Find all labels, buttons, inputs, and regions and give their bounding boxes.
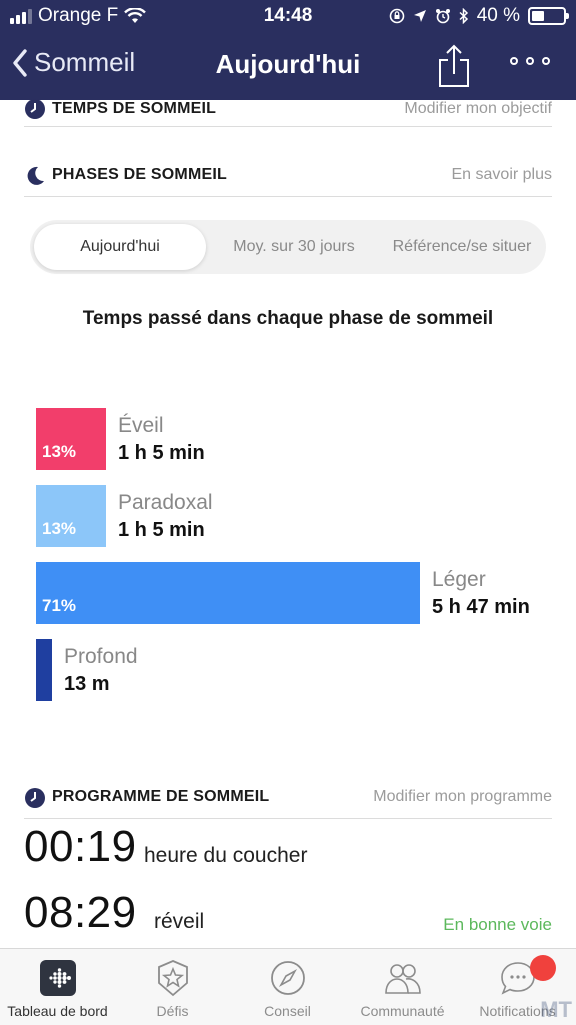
- rotation-lock-icon: [389, 8, 404, 24]
- segment-today[interactable]: Aujourd'hui: [34, 224, 206, 270]
- dashboard-icon: [40, 960, 76, 996]
- tab-challenges[interactable]: Défis: [115, 949, 230, 1025]
- watermark-logo: MT: [540, 997, 572, 1022]
- tab-label: Défis: [156, 1003, 189, 1019]
- phase-bar: 13%: [36, 485, 106, 547]
- battery-percent: 40 %: [476, 5, 520, 26]
- tab-community[interactable]: Communauté: [345, 949, 460, 1025]
- bluetooth-icon: [459, 8, 468, 24]
- tab-label: Communauté: [360, 1003, 445, 1019]
- edit-goal-link[interactable]: Modifier mon objectif: [404, 100, 552, 118]
- phase-percent-label: 13%: [42, 442, 77, 461]
- section-title: PROGRAMME DE SOMMEIL: [52, 788, 270, 805]
- wake-label: réveil: [154, 910, 205, 933]
- phase-duration-label: 1 h 5 min: [118, 519, 205, 541]
- phase-bar: 71%: [36, 562, 420, 624]
- chart-title: Temps passé dans chaque phase de sommeil: [82, 308, 494, 329]
- phase-name-label: Paradoxal: [118, 491, 213, 514]
- period-segmented-control: Aujourd'hui Moy. sur 30 jours Référence/…: [30, 220, 546, 274]
- phase-percent-label: 71%: [42, 596, 77, 615]
- wake-value: 08:29: [24, 888, 137, 937]
- battery-icon: [528, 7, 569, 25]
- segment-benchmark[interactable]: Référence/se situer: [378, 220, 546, 274]
- on-track-status: En bonne voie: [443, 915, 552, 934]
- status-bar: Orange F 14:48 40 %: [0, 0, 576, 32]
- phase-name-label: Profond: [64, 645, 138, 668]
- phases-section-header: PHASES DE SOMMEIL En savoir plus: [24, 164, 552, 197]
- top-bar: Orange F 14:48 40 % Sommeil Aujourd'hui: [0, 0, 576, 100]
- edit-program-link[interactable]: Modifier mon programme: [373, 788, 552, 806]
- phase-name-label: Éveil: [118, 414, 164, 437]
- tab-label: Tableau de bord: [7, 1003, 108, 1019]
- phase-duration-label: 13 m: [64, 673, 110, 695]
- phase-bar: 13%: [36, 408, 106, 470]
- more-dots-icon[interactable]: [510, 57, 550, 65]
- tab-bar: Tableau de bord Défis Conseil Communauté…: [0, 948, 576, 1025]
- page-title: Aujourd'hui: [215, 49, 361, 79]
- notification-badge: [530, 955, 556, 981]
- sleep-time-section-header: TEMPS DE SOMMEIL Modifier mon objectif: [24, 96, 552, 127]
- phase-duration-label: 1 h 5 min: [118, 442, 205, 464]
- phase-percent-label: 13%: [42, 519, 77, 538]
- moon-icon: [27, 166, 44, 185]
- phase-duration-label: 5 h 47 min: [432, 596, 530, 618]
- alarm-icon: [435, 9, 450, 24]
- compass-icon: [271, 961, 305, 995]
- bedtime-label: heure du coucher: [144, 844, 308, 867]
- segment-30-day-average[interactable]: Moy. sur 30 jours: [208, 220, 380, 274]
- tab-dashboard[interactable]: Tableau de bord: [0, 949, 115, 1025]
- clock-icon: [25, 788, 45, 808]
- star-badge-icon: [158, 960, 188, 997]
- clock-icon: [25, 99, 45, 119]
- tab-guidance[interactable]: Conseil: [230, 949, 345, 1025]
- location-icon: [413, 10, 426, 22]
- share-icon[interactable]: [436, 44, 472, 88]
- section-title: TEMPS DE SOMMEIL: [52, 100, 217, 117]
- phase-bar: [36, 639, 52, 701]
- program-section-header: PROGRAMME DE SOMMEIL Modifier mon progra…: [24, 786, 552, 819]
- bedtime-value: 00:19: [24, 822, 137, 871]
- people-icon: [385, 964, 421, 994]
- section-title: PHASES DE SOMMEIL: [52, 166, 227, 183]
- phase-name-label: Léger: [432, 568, 486, 591]
- navigation-bar: Sommeil Aujourd'hui: [0, 32, 576, 100]
- tab-label: Conseil: [264, 1003, 311, 1019]
- learn-more-link[interactable]: En savoir plus: [452, 166, 553, 184]
